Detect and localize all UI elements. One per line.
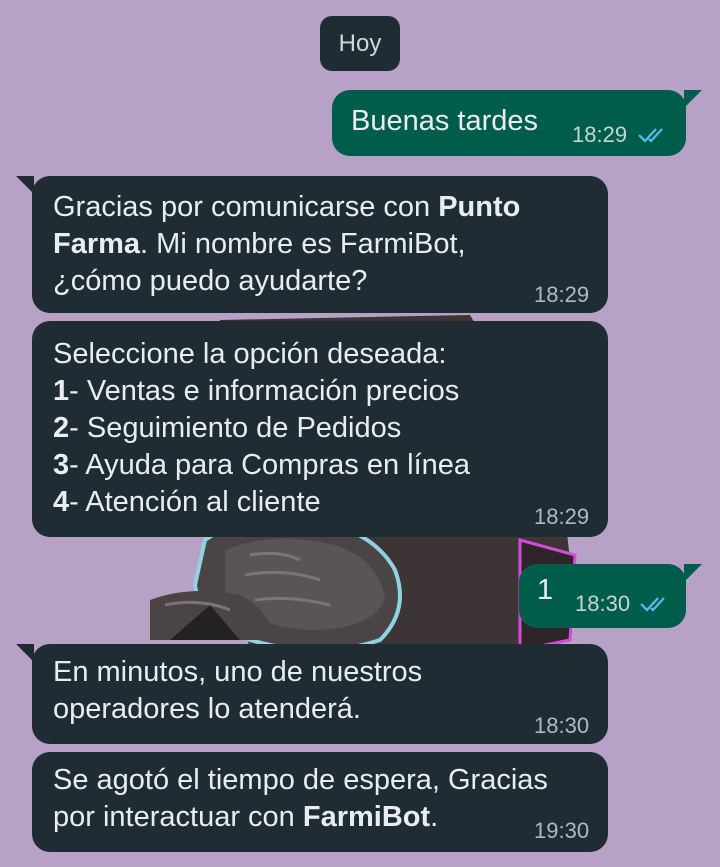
message-bubble-outgoing[interactable]: Buenas tardes 18:29 <box>332 90 702 156</box>
message-time: 18:29 <box>572 122 628 147</box>
bubble-tail <box>684 564 702 582</box>
message-bubble-incoming[interactable]: Seleccione la opción deseada: 1- Ventas … <box>32 321 608 537</box>
bubble-tail <box>16 644 34 662</box>
message-text: Gracias por comunicarse con Punto Farma.… <box>53 191 521 297</box>
message-bubble-outgoing[interactable]: 1 18:30 <box>519 564 702 628</box>
message-text: Se agotó el tiempo de espera, Gracias po… <box>53 764 548 833</box>
date-chip: Hoy <box>320 16 400 71</box>
message-bubble-incoming[interactable]: Gracias por comunicarse con Punto Farma.… <box>16 176 608 313</box>
message-bubble-incoming[interactable]: Se agotó el tiempo de espera, Gracias po… <box>32 752 608 852</box>
bubble-tail <box>684 90 702 108</box>
message-text: 1 <box>537 574 554 606</box>
message-text: Buenas tardes <box>351 105 539 137</box>
double-check-icon <box>640 597 665 612</box>
message-time: 18:30 <box>534 713 590 738</box>
message-time: 18:30 <box>575 591 631 616</box>
options-list: Seleccione la opción deseada: 1- Ventas … <box>53 338 471 518</box>
message-text: En minutos, uno de nuestros operadores l… <box>53 656 423 725</box>
message-time: 18:29 <box>534 282 590 307</box>
double-check-icon <box>638 128 663 143</box>
message-time: 19:30 <box>534 818 590 843</box>
bubble-tail <box>16 176 34 194</box>
message-bubble-incoming[interactable]: En minutos, uno de nuestros operadores l… <box>16 644 608 744</box>
message-time: 18:29 <box>534 504 590 529</box>
